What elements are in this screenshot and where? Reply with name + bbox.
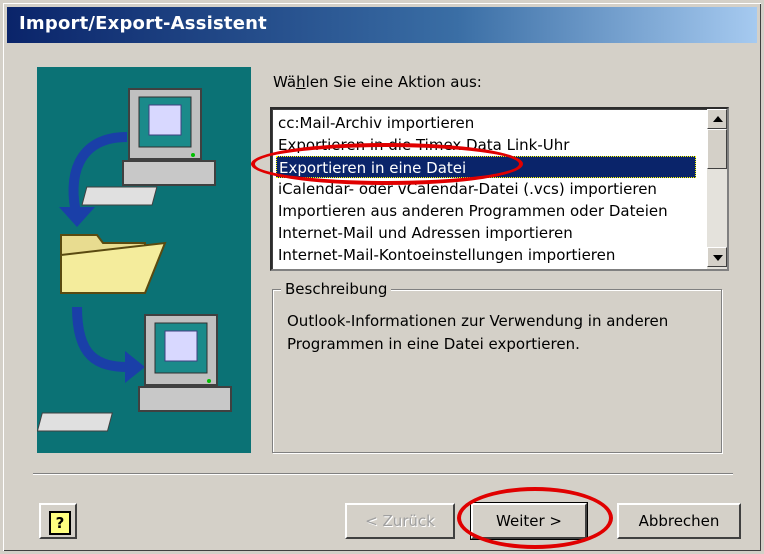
list-item[interactable]: Internet-Mail-Kontoeinstellungen importi… — [276, 244, 698, 266]
import-export-dialog: Import/Export-Assistent Wählen Sie eine … — [0, 0, 764, 554]
actions-label-mnemonic: h — [296, 73, 306, 91]
list-item[interactable]: Internet-Mail und Adressen importieren — [276, 222, 698, 244]
description-legend: Beschreibung — [281, 280, 392, 298]
actions-label-part: len Sie eine Aktion aus: — [305, 73, 482, 91]
arrow-up-icon — [713, 116, 723, 122]
scroll-up-button[interactable] — [707, 109, 727, 129]
actions-label-part: Wä — [273, 73, 297, 91]
help-button[interactable]: ? — [39, 503, 77, 539]
wizard-graphic — [37, 88, 232, 432]
cancel-button[interactable]: Abbrechen — [617, 503, 741, 539]
actions-label: Wählen Sie eine Aktion aus: — [273, 73, 482, 91]
back-button[interactable]: < Zurück — [345, 503, 455, 539]
action-listbox[interactable]: cc:Mail-Archiv importieren Exportieren i… — [270, 107, 729, 271]
list-item-selected[interactable]: Exportieren in eine Datei — [276, 156, 696, 178]
listbox-scrollbar[interactable] — [707, 109, 727, 269]
description-text: Outlook-Informationen zur Verwendung in … — [287, 312, 669, 353]
list-item[interactable]: cc:Mail-Archiv importieren — [276, 112, 698, 134]
arrow-down-icon — [713, 255, 723, 261]
list-item[interactable]: Exportieren in die Timex Data Link-Uhr — [276, 134, 698, 156]
window-title: Import/Export-Assistent — [19, 13, 267, 34]
title-bar[interactable]: Import/Export-Assistent — [7, 7, 757, 43]
help-icon: ? — [49, 511, 71, 535]
wizard-illustration — [37, 67, 251, 453]
divider — [33, 473, 733, 475]
list-item[interactable]: Importieren aus anderen Programmen oder … — [276, 200, 698, 222]
folder-icon — [60, 234, 167, 294]
list-item[interactable]: iCalendar- oder vCalendar-Datei (.vcs) i… — [276, 178, 698, 200]
scroll-thumb[interactable] — [707, 129, 727, 169]
computer-icon — [81, 88, 216, 206]
next-button[interactable]: Weiter > — [470, 502, 588, 540]
description-group: Beschreibung Outlook-Informationen zur V… — [272, 280, 722, 453]
scroll-down-button[interactable] — [707, 247, 727, 267]
